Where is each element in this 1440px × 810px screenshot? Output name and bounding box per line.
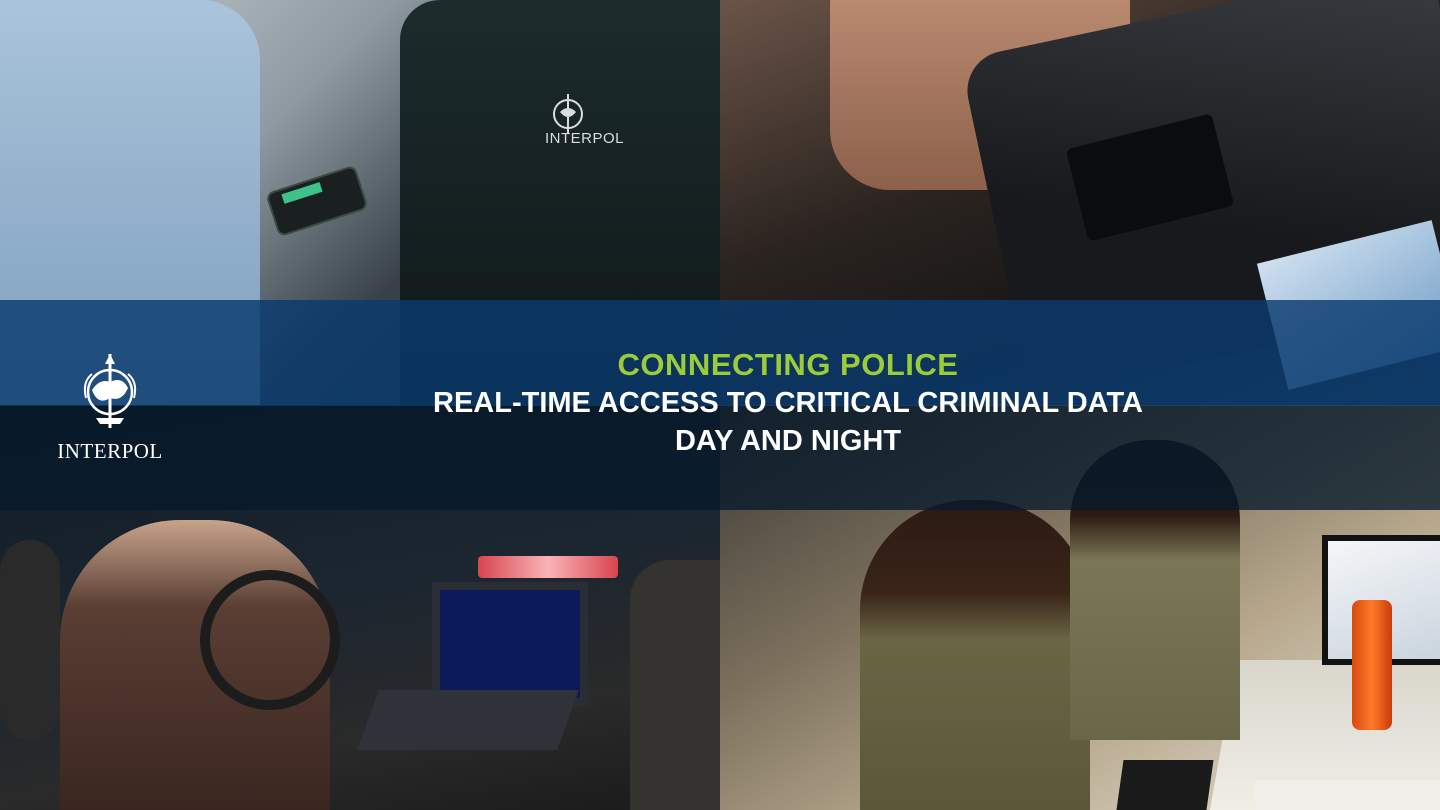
headline-line-2: DAY AND NIGHT	[674, 425, 902, 457]
vest-label: INTERPOL	[545, 130, 625, 147]
laptop-keyboard	[357, 690, 579, 750]
car-seat-right	[630, 560, 720, 810]
interpol-slide: INTERPOL INTERPOL CONNECTING POLICE REAL…	[0, 0, 1440, 810]
headline-line-1: REAL-TIME ACCESS TO CRITICAL CRIMINAL DA…	[433, 387, 1143, 419]
flashlight	[1352, 600, 1392, 730]
keyboard	[1116, 760, 1214, 810]
paper-document	[1255, 780, 1440, 810]
officer-seated	[860, 500, 1090, 810]
headline: CONNECTING POLICE REAL-TIME ACCESS TO CR…	[0, 346, 1440, 460]
steering-wheel	[200, 570, 340, 710]
car-seat-left	[0, 540, 60, 740]
laptop-screen	[432, 582, 588, 706]
headline-title: CONNECTING POLICE	[617, 347, 959, 382]
car-taillights	[478, 556, 618, 578]
